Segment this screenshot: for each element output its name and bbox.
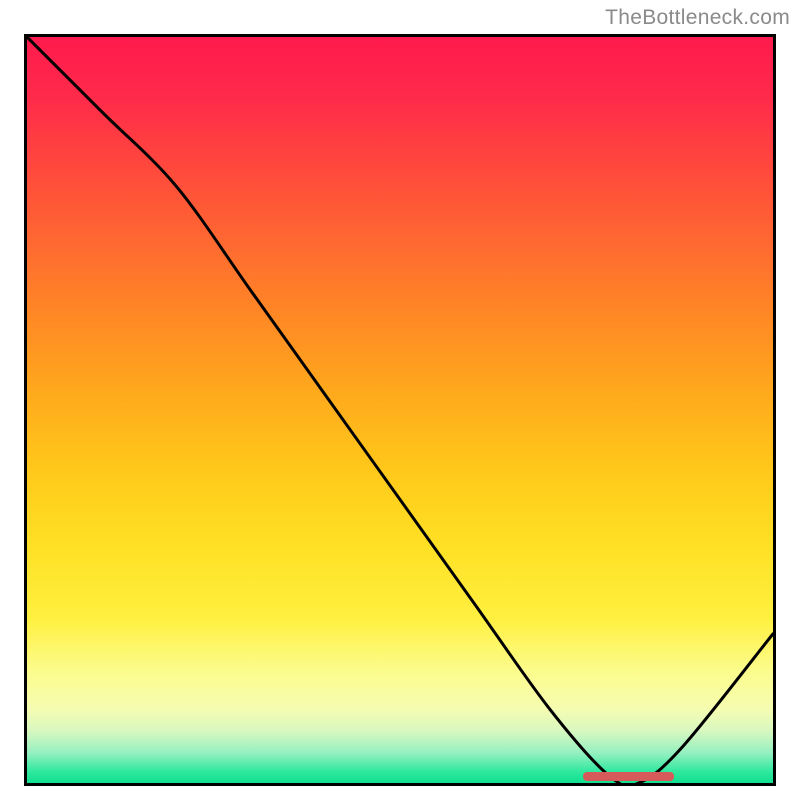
bottleneck-curve [27,37,773,783]
optimal-range-marker [583,772,673,781]
watermark-text: TheBottleneck.com [605,6,790,30]
chart-plot-area [24,34,776,786]
